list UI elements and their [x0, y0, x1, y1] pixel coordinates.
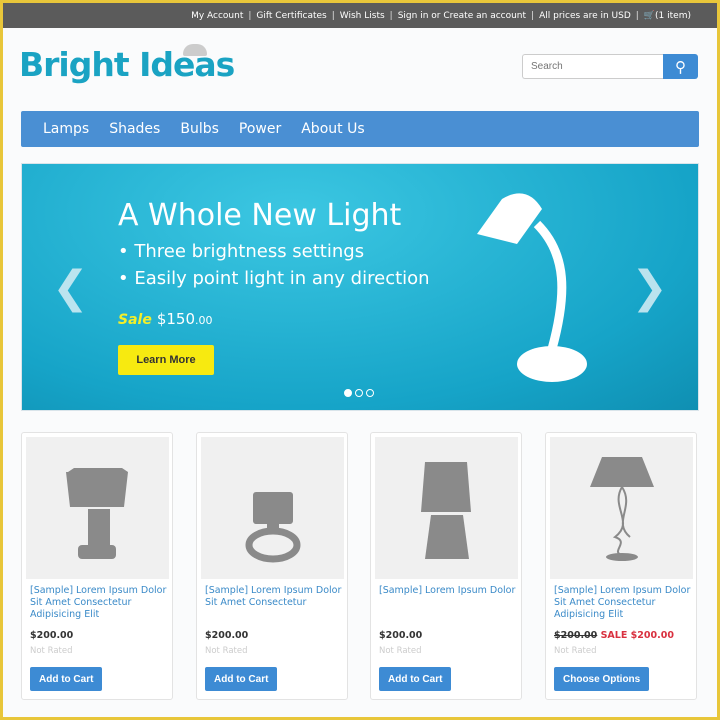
search-icon: ⚲: [675, 58, 686, 76]
nav-lamps[interactable]: Lamps: [43, 121, 89, 137]
product-card: [Sample] Lorem Ipsum Dolor Sit Amet Cons…: [196, 432, 348, 700]
slide-dot[interactable]: [344, 389, 352, 397]
gift-certificates-link[interactable]: Gift Certificates: [256, 11, 326, 21]
original-price: $200.00: [554, 630, 598, 641]
prev-slide-icon[interactable]: ❮: [52, 262, 89, 313]
hero-price: Sale $150.00: [118, 310, 213, 328]
nav-bulbs[interactable]: Bulbs: [180, 121, 219, 137]
product-image[interactable]: [201, 437, 344, 579]
product-image[interactable]: [375, 437, 518, 579]
product-price: $200.00 SALE $200.00: [554, 630, 674, 641]
nav-about-us[interactable]: About Us: [301, 121, 364, 137]
learn-more-button[interactable]: Learn More: [118, 345, 214, 375]
nav-power[interactable]: Power: [239, 121, 281, 137]
slide-indicators: [344, 389, 374, 397]
price-amount: $150: [156, 310, 196, 328]
product-rating: Not Rated: [205, 646, 248, 656]
hero-bullet: • Easily point light in any direction: [118, 268, 430, 289]
product-rating: Not Rated: [30, 646, 73, 656]
add-to-cart-button[interactable]: Add to Cart: [30, 667, 103, 691]
product-image[interactable]: [550, 437, 693, 579]
hero-title: A Whole New Light: [118, 198, 402, 233]
wish-lists-link[interactable]: Wish Lists: [340, 11, 385, 21]
product-card: [Sample] Lorem Ipsum Dolor $200.00 Not R…: [370, 432, 522, 700]
product-image[interactable]: [26, 437, 169, 579]
slide-dot[interactable]: [355, 389, 363, 397]
sale-label: SALE: [600, 630, 628, 641]
choose-options-button[interactable]: Choose Options: [554, 667, 650, 691]
product-card: [Sample] Lorem Ipsum Dolor Sit Amet Cons…: [545, 432, 697, 700]
product-title[interactable]: [Sample] Lorem Ipsum Dolor Sit Amet Cons…: [554, 585, 694, 621]
product-card: [Sample] Lorem Ipsum Dolor Sit Amet Cons…: [21, 432, 173, 700]
main-nav: Lamps Shades Bulbs Power About Us: [21, 111, 699, 147]
desk-lamp-image: [477, 193, 587, 382]
next-slide-icon[interactable]: ❯: [631, 262, 668, 313]
sale-label: Sale: [118, 312, 152, 328]
sign-in-link[interactable]: Sign in or Create an account: [398, 11, 526, 21]
cart-count: (1 item): [655, 10, 691, 21]
my-account-link[interactable]: My Account: [191, 11, 243, 21]
product-price: $200.00: [205, 630, 249, 641]
product-title[interactable]: [Sample] Lorem Ipsum Dolor: [379, 585, 519, 597]
nav-shades[interactable]: Shades: [109, 121, 160, 137]
cart-icon: 🛒: [643, 10, 656, 21]
sale-price: $200.00: [630, 630, 674, 641]
search-input[interactable]: [522, 54, 663, 79]
product-price: $200.00: [30, 630, 74, 641]
search-button[interactable]: ⚲: [663, 54, 698, 79]
currency-text: All prices are in USD: [539, 10, 631, 21]
product-rating: Not Rated: [379, 646, 422, 656]
top-bar: My Account | Gift Certificates | Wish List…: [3, 3, 717, 28]
product-price: $200.00: [379, 630, 423, 641]
add-to-cart-button[interactable]: Add to Cart: [205, 667, 278, 691]
logo-lamp-icon: [183, 44, 207, 56]
search-form: ⚲: [522, 54, 698, 79]
cart-link[interactable]: 🛒(1 item): [644, 11, 691, 21]
product-rating: Not Rated: [554, 646, 597, 656]
page: My Account | Gift Certificates | Wish List…: [3, 3, 717, 717]
price-cents: .00: [195, 314, 213, 327]
product-title[interactable]: [Sample] Lorem Ipsum Dolor Sit Amet Cons…: [30, 585, 170, 621]
product-title[interactable]: [Sample] Lorem Ipsum Dolor Sit Amet Cons…: [205, 585, 345, 609]
hero-bullet: • Three brightness settings: [118, 241, 365, 262]
add-to-cart-button[interactable]: Add to Cart: [379, 667, 452, 691]
slide-dot[interactable]: [366, 389, 374, 397]
hero-carousel: A Whole New Light • Three brightness set…: [21, 163, 699, 411]
